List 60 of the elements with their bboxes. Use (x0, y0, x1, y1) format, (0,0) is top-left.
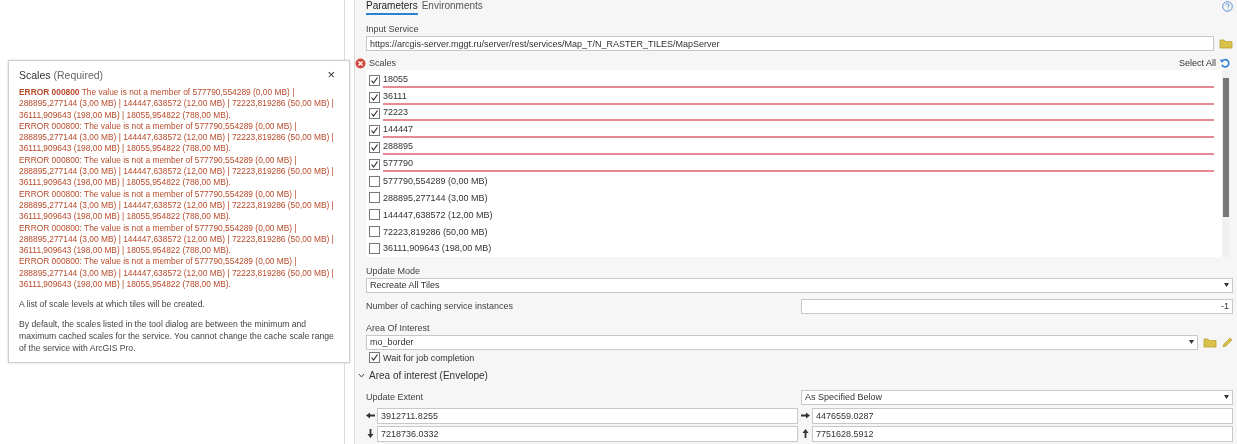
checkbox[interactable] (369, 158, 380, 170)
error-message: ERROR 000800: The value is not a member of 577790,554289 (0,00 MB) | 288895,277144 (3,00 MB) | 144447,638572 (12,00 MB) | 72223,819286 (50,00 MB) | 36111,909643 (198,00 MB) | 18055,954822 (788,00 MB). (19, 188, 335, 223)
update-mode-dropdown[interactable]: Recreate All Tiles (366, 277, 1233, 293)
section-title[interactable]: Area of interest (Envelope) (369, 370, 488, 382)
error-message: ERROR 000800: The value is not a member of 577790,554289 (0,00 MB) | 288895,277144 (3,00 MB) | 144447,638572 (12,00 MB) | 72223,819286 (50,00 MB) | 36111,909643 (198,00 MB) | 18055,954822 (788,00 MB). (19, 154, 335, 189)
scale-option[interactable]: 72223,819286 (50,00 MB) (383, 226, 488, 237)
scale-option[interactable]: 144447 (383, 123, 1214, 139)
close-button[interactable]: × (323, 67, 339, 82)
instances-field[interactable]: -1 (801, 298, 1233, 314)
tab[interactable]: Environments (421, 0, 483, 15)
checkbox[interactable] (369, 209, 380, 221)
dropdown-caret-icon[interactable] (1224, 395, 1229, 400)
dropdown-caret-icon[interactable] (1224, 283, 1229, 288)
help-text: A list of scale levels at which tiles will be created. (19, 298, 206, 311)
extent-dropdown[interactable]: As Specified Below (801, 389, 1233, 405)
error-message: ERROR 000800: The value is not a member of 577790,554289 (0,00 MB) | 288895,277144 (3,00 MB) | 144447,638572 (12,00 MB) | 72223,819286 (50,00 MB) | 36111,909643 (198,00 MB) | 18055,954822 (788,00 MB). (19, 120, 335, 155)
field-label: Number of caching service instances (366, 301, 515, 312)
coordinate-field[interactable]: 7751628.5912 (812, 425, 1233, 442)
scale-option[interactable]: 36111 (383, 89, 1214, 105)
help-text: By default, the scales listed in the tool dialog are between the minimum and maximum cached scales for the service. You cannot change the cache scale range of the service with ArcGIS Pro. (19, 318, 335, 355)
checkbox[interactable] (369, 175, 380, 187)
tab[interactable]: Parameters (366, 0, 418, 15)
scale-option[interactable]: 36111,909643 (198,00 MB) (383, 243, 492, 254)
tooltip-title: Scales (19, 68, 51, 81)
select-all-link[interactable]: Select All (1178, 58, 1216, 68)
input-service-field[interactable]: https://arcgis-server.mggt.ru/server/rest/services/Map_T/N_RASTER_TILES/MapServer (366, 36, 1214, 51)
checkbox-label[interactable]: Wait for job completion (383, 352, 475, 363)
error-message: ERROR 000800: The value is not a member of 577790,554289 (0,00 MB) | 288895,277144 (3,00 MB) | 144447,638572 (12,00 MB) | 72223,819286 (50,00 MB) | 36111,909643 (198,00 MB) | 18055,954822 (788,00 MB). (19, 256, 335, 291)
scale-option[interactable]: 577790 (383, 156, 1214, 172)
scale-option[interactable]: 144447,638572 (12,00 MB) (383, 209, 493, 220)
field-label: Area Of Interest (366, 322, 430, 333)
error-message: ERROR 000800 The value is not a member of 577790,554289 (0,00 MB) | 288895,277144 (3,00 MB) | 144447,638572 (12,00 MB) | 72223,819286 (50,00 MB) | 36111,909643 (198,00 MB) | 18055,954822 (788,00 MB). (19, 87, 335, 121)
dropdown-caret-icon[interactable] (1189, 340, 1194, 345)
coordinate-field[interactable]: 3912711.8255 (377, 407, 798, 424)
chevron-icon[interactable] (358, 372, 365, 380)
scrollbar[interactable] (1222, 70, 1230, 257)
checkbox[interactable] (369, 142, 380, 154)
checkbox[interactable] (369, 242, 380, 254)
required-label: (Required) (53, 68, 105, 81)
field-label: Input Service (366, 24, 419, 34)
scale-option[interactable]: 288895 (383, 140, 1214, 156)
field-label: Update Mode (366, 265, 421, 276)
field-label: Update Extent (366, 392, 425, 403)
checkbox[interactable] (369, 352, 380, 364)
checkbox[interactable] (369, 192, 380, 204)
checkbox[interactable] (369, 74, 380, 86)
error-message: ERROR 000800: The value is not a member of 577790,554289 (0,00 MB) | 288895,277144 (3,00 MB) | 144447,638572 (12,00 MB) | 72223,819286 (50,00 MB) | 36111,909643 (198,00 MB) | 18055,954822 (788,00 MB). (19, 222, 335, 257)
scale-option[interactable]: 577790,554289 (0,00 MB) (383, 176, 488, 187)
checkbox[interactable] (369, 108, 380, 120)
reset-icon[interactable] (1219, 57, 1231, 69)
scale-option[interactable]: 18055 (383, 72, 1214, 88)
checkbox[interactable] (369, 91, 380, 103)
area-of-interest-dropdown[interactable]: mo_border (366, 334, 1198, 350)
coordinate-field[interactable]: 7218736.0332 (377, 425, 798, 442)
checkbox[interactable] (369, 125, 380, 137)
checkbox[interactable] (369, 226, 380, 238)
scale-option[interactable]: 288895,277144 (3,00 MB) (383, 192, 488, 203)
coordinate-field[interactable]: 4476559.0287 (812, 407, 1233, 424)
field-label: Scales (369, 58, 397, 68)
scale-option[interactable]: 72223 (383, 106, 1214, 122)
